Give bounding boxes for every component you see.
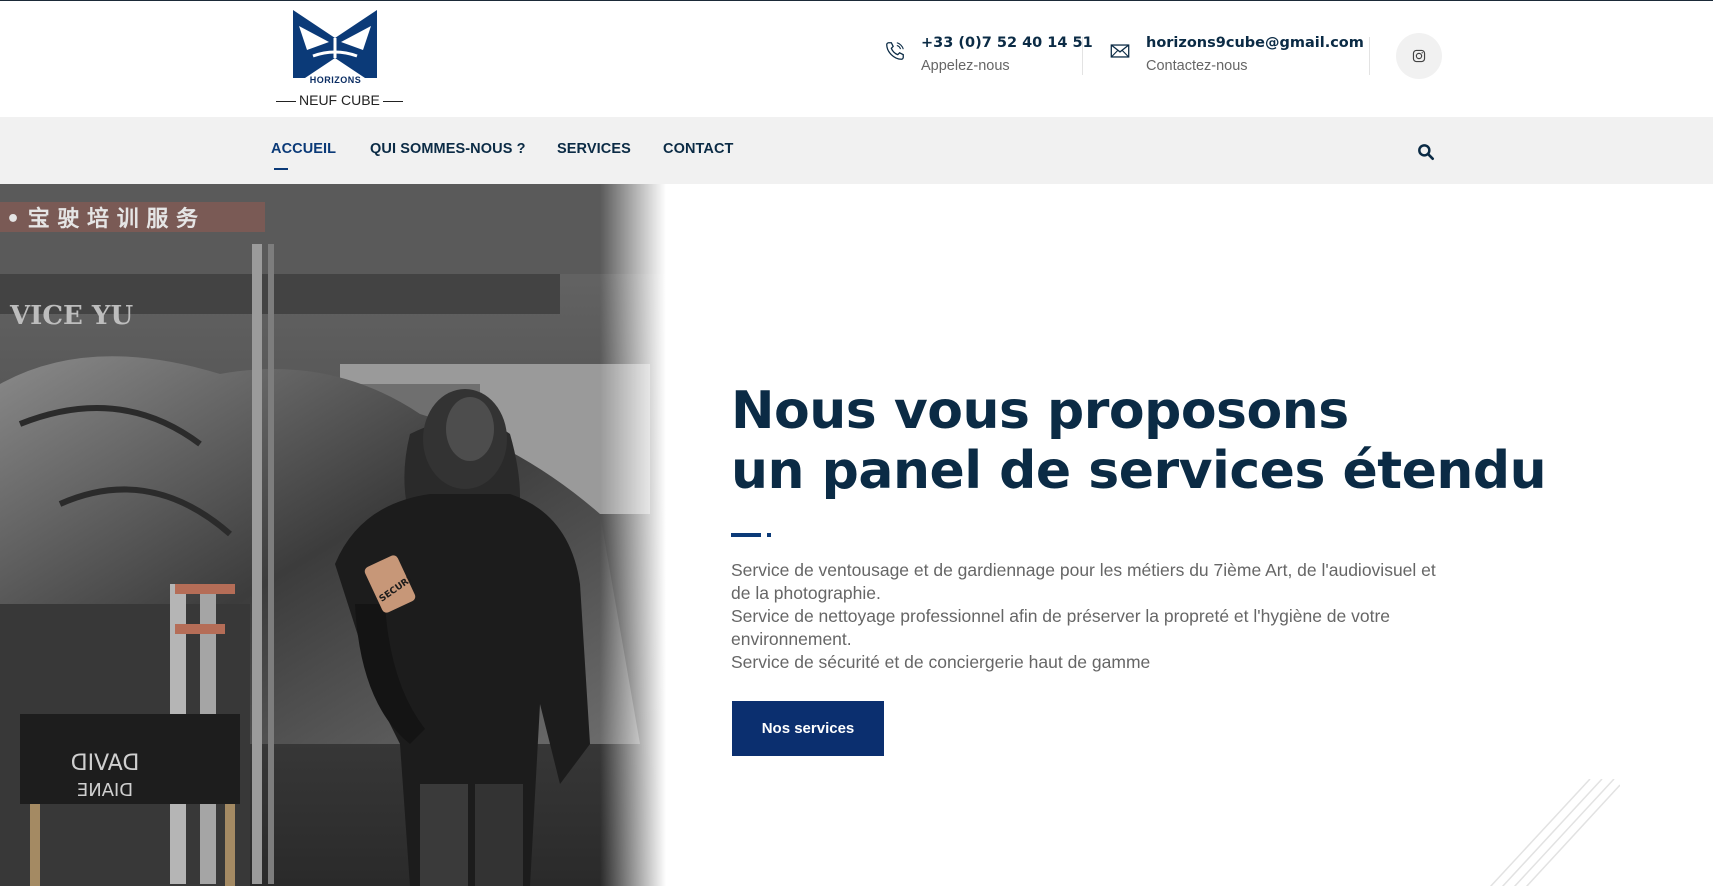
logo-text-horizons: HORIZONS xyxy=(309,75,362,85)
instagram-icon xyxy=(1412,49,1426,63)
title-accent-dot xyxy=(767,533,771,537)
active-nav-indicator xyxy=(274,168,288,170)
hero-description: Service de ventousage et de gardiennage … xyxy=(731,559,1451,674)
header-divider xyxy=(1082,37,1083,75)
email-label: Contactez-nous xyxy=(1146,58,1248,74)
instagram-button[interactable] xyxy=(1396,33,1442,79)
envelope-icon xyxy=(1110,44,1130,58)
nav-item-qui-sommes-nous[interactable]: QUI SOMMES-NOUS ? xyxy=(370,141,526,157)
hero-photo-fade xyxy=(600,184,666,886)
service-description-3: Service de sécurité et de conciergerie h… xyxy=(731,652,1151,672)
email-address[interactable]: horizons9cube@gmail.com xyxy=(1146,35,1364,51)
phone-icon xyxy=(886,42,904,60)
photo-banner-text: VICE YU xyxy=(9,301,133,331)
title-accent-bar xyxy=(731,533,761,537)
logo[interactable]: HORIZONS NEUF CUBE xyxy=(273,8,398,112)
service-description-2: Service de nettoyage professionnel afin … xyxy=(731,606,1391,649)
photo-chair-sign: DAVID xyxy=(71,751,140,776)
phone-contact[interactable]: +33 (0)7 52 40 14 51 Appelez-nous xyxy=(884,35,1093,79)
page: HORIZONS NEUF CUBE +33 (0)7 52 40 14 51 … xyxy=(0,0,1713,896)
security-guard-photo: • 宝 驶 培 训 服 务 VICE YU DAVID DIANE SECURI xyxy=(0,184,666,886)
hero-title: Nous vous proposons un panel de services… xyxy=(731,381,1547,501)
photo-sign-chinese: • 宝 驶 培 训 服 务 xyxy=(6,206,199,232)
hero-title-line-1: Nous vous proposons xyxy=(731,381,1349,441)
nos-services-button[interactable]: Nos services xyxy=(732,701,884,756)
search-icon[interactable] xyxy=(1416,142,1436,162)
email-contact[interactable]: horizons9cube@gmail.com Contactez-nous xyxy=(1109,35,1364,79)
bottom-edge xyxy=(0,886,1713,896)
nav-item-contact[interactable]: CONTACT xyxy=(663,141,734,157)
phone-number[interactable]: +33 (0)7 52 40 14 51 xyxy=(921,35,1093,51)
decorative-diagonal-lines xyxy=(1490,779,1620,887)
main-nav: ACCUEIL QUI SOMMES-NOUS ? SERVICES CONTA… xyxy=(0,117,1713,184)
nav-item-services[interactable]: SERVICES xyxy=(557,141,631,157)
butterfly-cube-logo xyxy=(293,10,377,78)
hero-photo: • 宝 驶 培 训 服 务 VICE YU DAVID DIANE SECURI xyxy=(0,184,666,886)
hero-title-line-2: un panel de services étendu xyxy=(731,441,1547,501)
service-description-1: Service de ventousage et de gardiennage … xyxy=(731,560,1436,603)
top-header: HORIZONS NEUF CUBE +33 (0)7 52 40 14 51 … xyxy=(0,1,1713,117)
nav-item-accueil[interactable]: ACCUEIL xyxy=(271,141,336,157)
logo-text-neuf-cube: NEUF CUBE xyxy=(273,92,398,108)
phone-label: Appelez-nous xyxy=(921,58,1010,74)
header-divider xyxy=(1369,37,1370,75)
photo-chair-sign-2: DIANE xyxy=(77,780,133,801)
